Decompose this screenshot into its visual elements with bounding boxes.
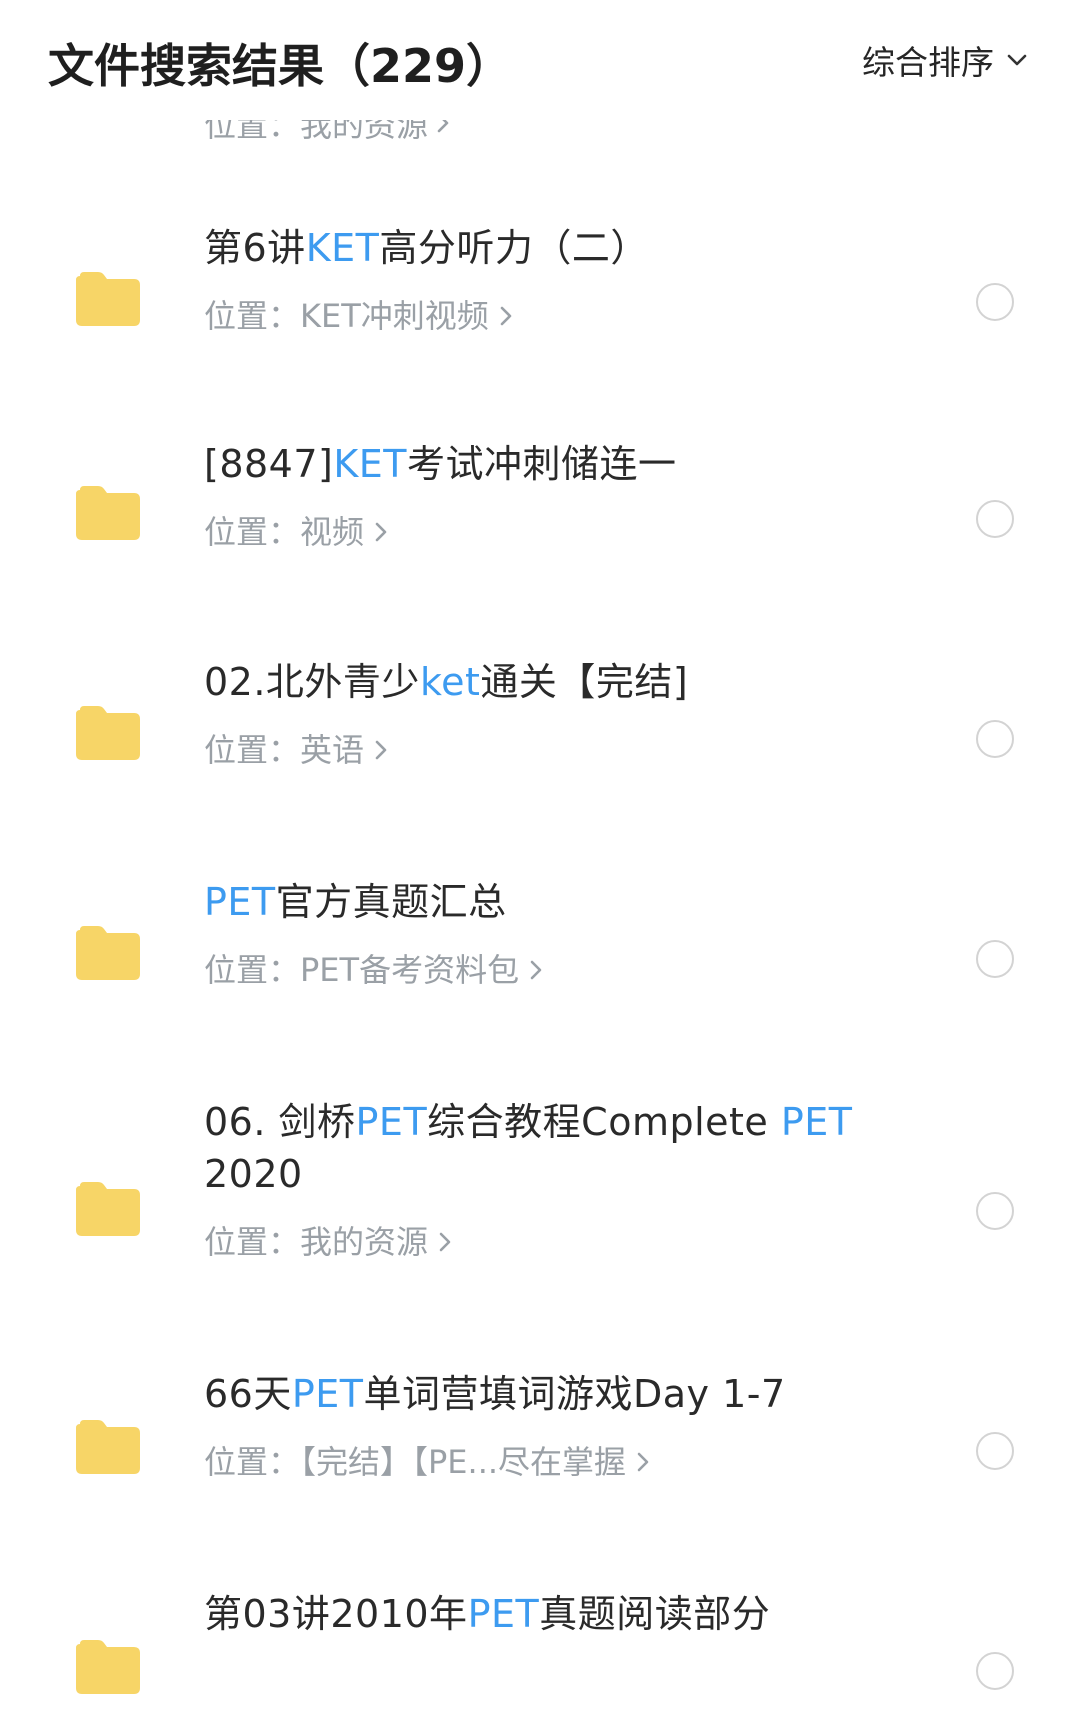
folder-icon	[76, 706, 140, 760]
select-radio[interactable]	[976, 940, 1014, 978]
title-keyword-highlight: PET	[204, 880, 276, 924]
select-radio[interactable]	[976, 283, 1014, 321]
title-keyword-highlight: PET	[780, 1100, 853, 1144]
title-keyword-highlight: PET	[355, 1100, 428, 1144]
title-text-segment: [8847]	[204, 442, 334, 486]
item-location-label: 位置：PET备考资料包	[204, 951, 520, 989]
folder-icon	[76, 926, 140, 980]
title-text-segment: 真题阅读部分	[539, 1592, 771, 1636]
item-title: 02.北外青少ket通关【完结]	[204, 656, 884, 708]
select-radio[interactable]	[976, 500, 1014, 538]
select-radio[interactable]	[976, 720, 1014, 758]
title-text-segment: 单词营填词游戏Day 1-7	[363, 1372, 786, 1416]
item-title: [8847]KET考试冲刺储连一	[204, 438, 884, 490]
item-title: 第03讲2010年PET真题阅读部分	[204, 1588, 884, 1640]
title-text-segment: 综合教程Complete	[427, 1100, 781, 1144]
chevron-down-icon	[1007, 54, 1027, 66]
folder-icon	[76, 1182, 140, 1236]
title-keyword-highlight: ket	[419, 660, 481, 704]
chevron-right-icon	[439, 1232, 451, 1252]
title-text-segment: 06. 剑桥	[204, 1100, 356, 1144]
result-item[interactable]: 06. 剑桥PET综合教程Complete PET 2020 位置：我的资源	[0, 1092, 1080, 1324]
title-keyword-highlight: PET	[291, 1372, 364, 1416]
item-title: 第6讲KET高分听力（二）	[204, 222, 884, 274]
result-item[interactable]: 02.北外青少ket通关【完结] 位置：英语	[0, 652, 1080, 832]
item-location-label: 位置：视频	[204, 513, 365, 551]
title-keyword-highlight: KET	[305, 226, 380, 270]
item-location-label: 位置：英语	[204, 731, 365, 769]
result-item[interactable]: [8847]KET考试冲刺储连一 位置：视频	[0, 432, 1080, 612]
select-radio[interactable]	[976, 1192, 1014, 1230]
title-text-segment: 第03讲2010年	[204, 1592, 468, 1636]
title-text-segment: 2020	[204, 1152, 303, 1196]
item-location-label: 位置：我的资源	[204, 1223, 429, 1261]
chevron-right-icon	[530, 960, 542, 980]
select-radio[interactable]	[976, 1652, 1014, 1690]
folder-icon	[76, 1640, 140, 1694]
item-title: 06. 剑桥PET综合教程Complete PET 2020	[204, 1096, 894, 1200]
folder-icon	[76, 486, 140, 540]
title-text-segment: 通关【完结]	[480, 660, 689, 704]
item-location-label: 位置：【完结】【PE...尽在掌握	[204, 1443, 627, 1481]
title-text-segment: 66天	[204, 1372, 292, 1416]
result-item[interactable]: 第03讲2010年PET真题阅读部分	[0, 1584, 1080, 1721]
chevron-right-icon	[637, 1452, 649, 1472]
page-title: 文件搜索结果（229）	[48, 39, 513, 93]
chevron-right-icon	[375, 522, 387, 542]
item-title: 66天PET单词营填词游戏Day 1-7	[204, 1368, 884, 1420]
chevron-right-icon	[500, 306, 512, 326]
result-item[interactable]: 66天PET单词营填词游戏Day 1-7 位置：【完结】【PE...尽在掌握	[0, 1364, 1080, 1544]
item-location-label: 位置：KET冲刺视频	[204, 297, 489, 335]
title-text-segment: 第6讲	[204, 226, 306, 270]
folder-icon	[76, 1420, 140, 1474]
chevron-right-icon	[375, 740, 387, 760]
folder-icon	[76, 272, 140, 326]
title-keyword-highlight: PET	[467, 1592, 540, 1636]
sort-dropdown[interactable]: 综合排序	[862, 36, 1028, 84]
sort-label: 综合排序	[862, 43, 994, 82]
title-text-segment: 官方真题汇总	[275, 880, 507, 924]
search-results-header: 文件搜索结果（229） 综合排序	[0, 0, 1080, 120]
title-keyword-highlight: KET	[333, 442, 407, 486]
select-radio[interactable]	[976, 1432, 1014, 1470]
title-text-segment: 考试冲刺储连一	[407, 442, 677, 486]
title-text-segment: 02.北外青少	[204, 660, 420, 704]
item-title: PET官方真题汇总	[204, 876, 884, 928]
result-item[interactable]: 第6讲KET高分听力（二） 位置：KET冲刺视频	[0, 218, 1080, 398]
result-item[interactable]: PET官方真题汇总 位置：PET备考资料包	[0, 872, 1080, 1052]
title-text-segment: 高分听力（二）	[379, 226, 649, 270]
